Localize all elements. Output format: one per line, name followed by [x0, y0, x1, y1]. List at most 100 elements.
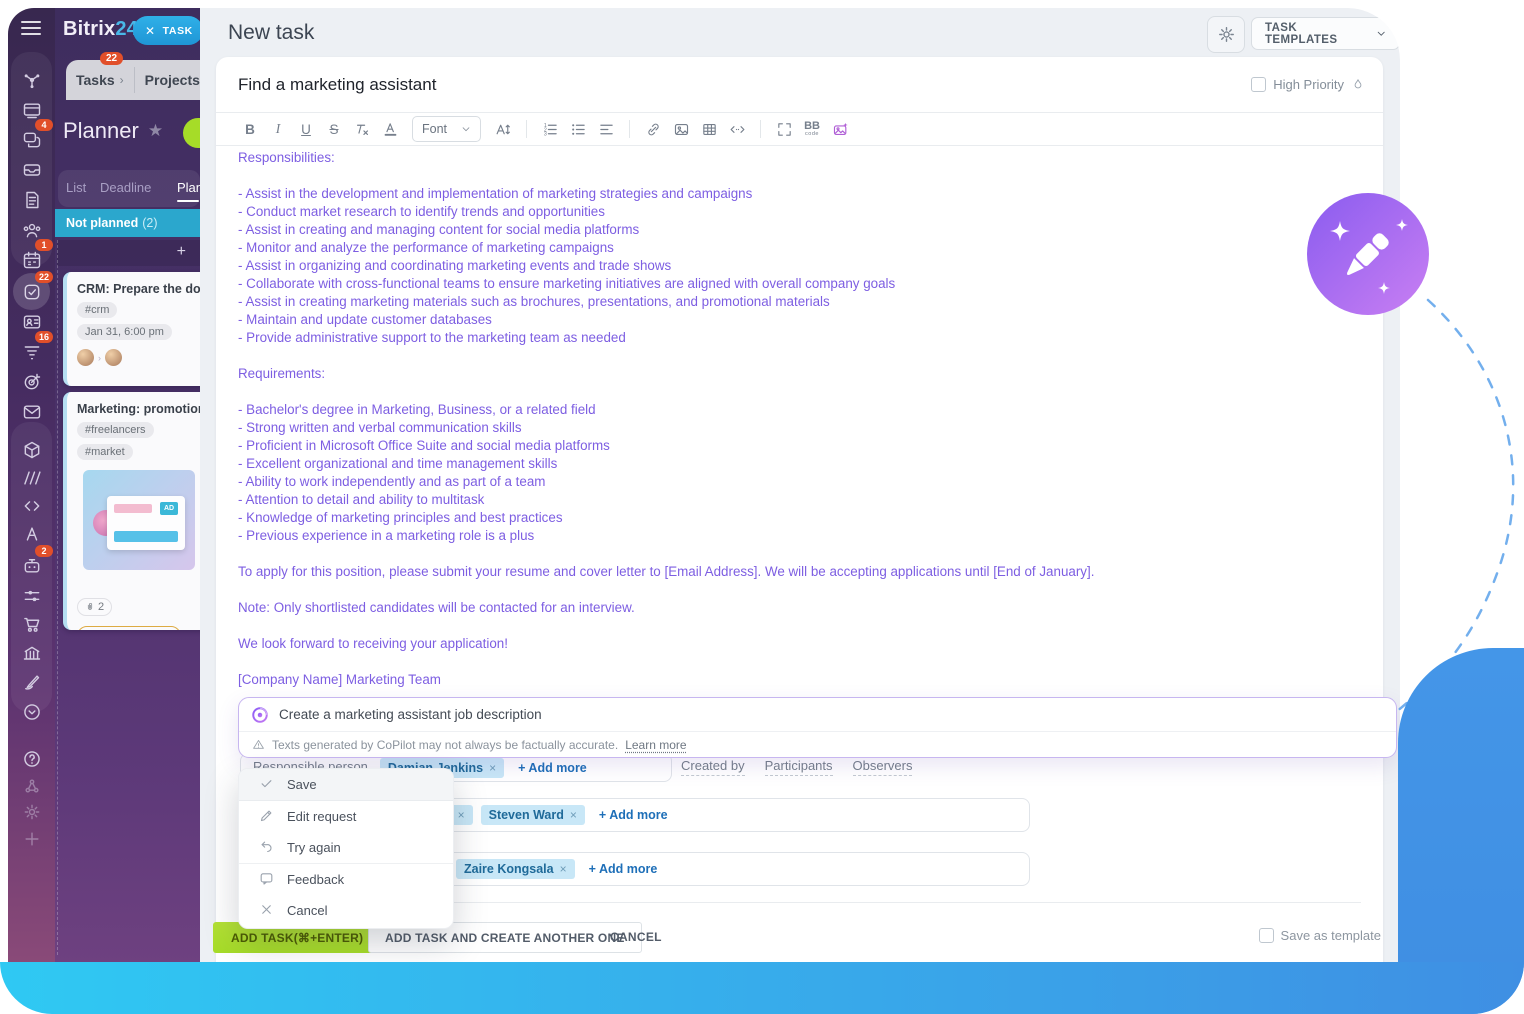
task-card-crm[interactable]: CRM: Prepare the docume #crm Jan 31, 6:0…: [63, 272, 200, 386]
add-more-link[interactable]: + Add more: [599, 808, 668, 822]
network-icon[interactable]: [11, 772, 52, 800]
add-icon[interactable]: [11, 825, 52, 853]
add-more-link[interactable]: + Add more: [589, 862, 658, 876]
clear-format-button[interactable]: [350, 117, 374, 141]
editor-line: - Excellent organizational and time mana…: [238, 455, 1353, 473]
docs-icon[interactable]: [11, 186, 52, 214]
bitrix24-logo[interactable]: Bitrix24: [63, 18, 138, 41]
plus-icon[interactable]: +: [177, 243, 186, 261]
cancel-button[interactable]: CANCEL: [610, 930, 662, 944]
align-button[interactable]: [594, 117, 618, 141]
remove-tag-icon[interactable]: ×: [489, 761, 496, 775]
goal-icon[interactable]: [11, 368, 52, 396]
tasks-icon[interactable]: 22: [11, 278, 52, 306]
module-tabs: Tasks› Projects: [66, 60, 200, 100]
menu-item-try-again[interactable]: Try again: [239, 832, 453, 863]
hamburger-menu-icon[interactable]: [21, 21, 41, 35]
tab-deadline[interactable]: Deadline: [100, 180, 151, 195]
tab-plan[interactable]: Plan: [177, 180, 200, 195]
insert-code-button[interactable]: [725, 117, 749, 141]
cart-icon[interactable]: [11, 610, 52, 638]
font-select[interactable]: Font: [412, 116, 481, 142]
learn-more-link[interactable]: Learn more: [625, 738, 686, 752]
high-priority-checkbox[interactable]: [1251, 77, 1266, 92]
person-tag[interactable]: Zaire Kongsala×: [456, 859, 575, 879]
avatar[interactable]: [77, 349, 94, 366]
menu-item-edit-request[interactable]: Edit request: [239, 801, 453, 832]
feed-icon[interactable]: [11, 66, 52, 94]
editor-line: - Proficient in Microsoft Office Suite a…: [238, 437, 1353, 455]
task-title-input[interactable]: Find a marketing assistant: [238, 75, 436, 95]
task-description-editor[interactable]: Responsibilities: - Assist in the develo…: [238, 149, 1353, 689]
due-date-chip[interactable]: Jan 31, 6:00 pm: [77, 324, 172, 340]
copilot-prompt-text[interactable]: Create a marketing assistant job descrip…: [279, 707, 542, 722]
task-card-marketing[interactable]: Marketing: promotion #freelancers#market…: [63, 392, 200, 630]
tag-freelancers[interactable]: #freelancers: [77, 422, 154, 438]
ai-image-button[interactable]: [828, 117, 852, 141]
calendar-icon[interactable]: 1: [11, 246, 52, 274]
favorite-star-icon[interactable]: ★: [148, 121, 163, 141]
copilot-prompt-box[interactable]: Create a marketing assistant job descrip…: [238, 697, 1397, 758]
funnel-icon[interactable]: 16: [11, 338, 52, 366]
tag-crm[interactable]: #crm: [77, 302, 117, 318]
attachment-count-chip[interactable]: 2: [77, 598, 112, 616]
add-more-link[interactable]: + Add more: [518, 761, 587, 775]
save-as-template-control[interactable]: Save as template: [1259, 928, 1381, 943]
code-icon[interactable]: [11, 492, 52, 520]
save-as-template-checkbox[interactable]: [1259, 928, 1274, 943]
sites-icon[interactable]: [11, 464, 52, 492]
settings-icon[interactable]: [11, 798, 52, 826]
automation-icon[interactable]: [11, 520, 52, 548]
underline-button[interactable]: U: [294, 117, 318, 141]
quick-add-row[interactable]: +: [57, 240, 200, 266]
copilot-magic-pen-badge: [1307, 193, 1429, 315]
high-priority-control[interactable]: High Priority: [1251, 77, 1365, 92]
create-button-clipped[interactable]: [183, 118, 200, 148]
more-icon[interactable]: [11, 698, 52, 726]
robot-icon[interactable]: 2: [11, 552, 52, 580]
tab-tasks[interactable]: Tasks›: [66, 72, 134, 88]
settings-gear-button[interactable]: [1207, 16, 1245, 53]
cube-icon[interactable]: [11, 436, 52, 464]
editor-line: To apply for this position, please submi…: [238, 563, 1353, 581]
table-icon: [701, 121, 718, 138]
tab-list[interactable]: List: [66, 180, 86, 195]
inbox-icon[interactable]: [11, 156, 52, 184]
pen-icon[interactable]: [11, 668, 52, 696]
mail-icon[interactable]: [11, 398, 52, 426]
bbcode-button[interactable]: BBcode: [800, 117, 824, 141]
sliders-icon[interactable]: [11, 582, 52, 610]
insert-image-button[interactable]: [669, 117, 693, 141]
strikethrough-button[interactable]: S: [322, 117, 346, 141]
link-observers[interactable]: Observers: [853, 758, 913, 776]
column-header-not-planned[interactable]: Not planned(2): [55, 209, 200, 237]
link-button[interactable]: [641, 117, 665, 141]
tab-projects[interactable]: Projects: [135, 72, 200, 88]
insert-table-button[interactable]: [697, 117, 721, 141]
remove-tag-icon[interactable]: ×: [570, 808, 577, 822]
close-icon[interactable]: ✕: [145, 24, 156, 38]
chat-icon[interactable]: 4: [11, 126, 52, 154]
remove-tag-icon[interactable]: ×: [458, 808, 465, 822]
link-created-by[interactable]: Created by: [681, 758, 745, 776]
task-pill-button[interactable]: ✕ TASK: [133, 16, 200, 45]
remove-tag-icon[interactable]: ×: [560, 862, 567, 876]
avatar[interactable]: [105, 349, 122, 366]
menu-item-cancel[interactable]: Cancel: [239, 895, 453, 926]
text-color-button[interactable]: [378, 117, 402, 141]
font-size-button[interactable]: [491, 117, 515, 141]
bank-icon[interactable]: [11, 640, 52, 668]
tag-market[interactable]: #market: [77, 444, 133, 460]
help-icon[interactable]: [11, 745, 52, 773]
menu-item-feedback[interactable]: Feedback: [239, 863, 453, 895]
menu-item-save[interactable]: Save: [239, 769, 453, 801]
fullscreen-button[interactable]: [772, 117, 796, 141]
bold-button[interactable]: B: [238, 117, 262, 141]
ordered-list-button[interactable]: 123: [538, 117, 562, 141]
task-templates-button[interactable]: TASK TEMPLATES: [1251, 17, 1400, 50]
link-participants[interactable]: Participants: [765, 758, 833, 776]
person-tag[interactable]: Steven Ward×: [481, 805, 585, 825]
task-attachment-preview[interactable]: AD: [83, 470, 195, 570]
bullet-list-button[interactable]: [566, 117, 590, 141]
italic-button[interactable]: I: [266, 117, 290, 141]
